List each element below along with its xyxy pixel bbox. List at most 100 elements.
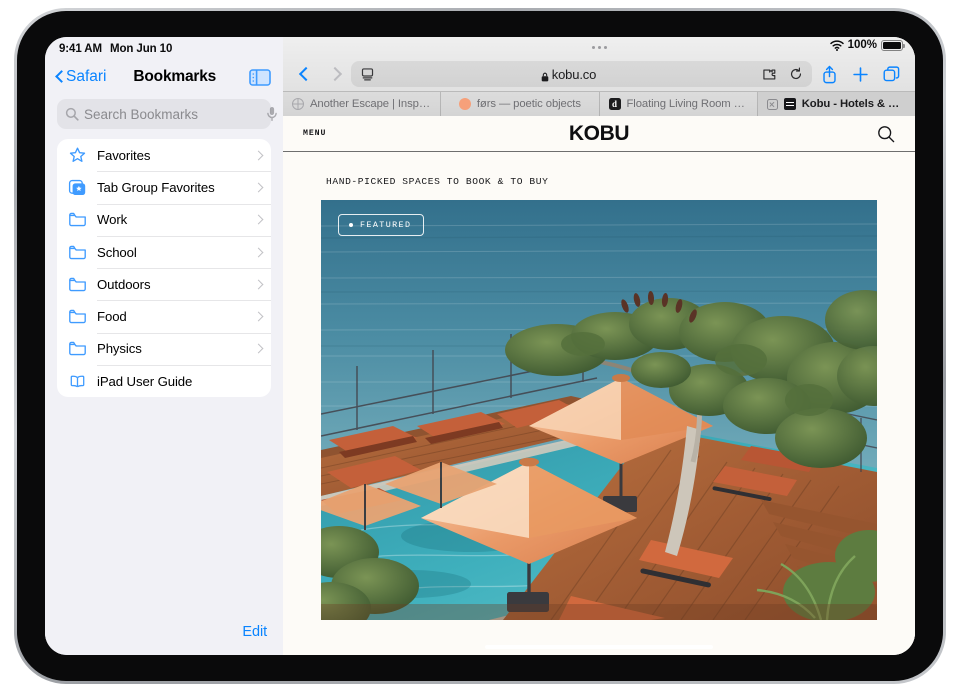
bookmark-row-favorites[interactable]: Favorites <box>57 139 271 171</box>
sidebar-footer: Edit <box>45 609 283 655</box>
bookmark-label: Physics <box>97 341 142 357</box>
browser-pane: 100% kobu.co Another Escape | Inspir… fø… <box>283 37 915 655</box>
bookmark-label: Favorites <box>97 147 151 163</box>
forward-button[interactable] <box>321 61 347 87</box>
chevron-right-icon <box>255 311 262 322</box>
close-icon[interactable] <box>766 98 778 110</box>
address-bar[interactable]: kobu.co <box>351 61 812 87</box>
new-tab-button[interactable] <box>847 61 874 87</box>
chevron-left-icon <box>55 70 64 85</box>
device-bezel: 9:41 AM Mon Jun 10 Safari Bookmarks Sear… <box>17 11 943 681</box>
microphone-icon[interactable] <box>266 106 278 122</box>
book-icon <box>68 372 87 391</box>
orange-dot-icon <box>458 98 471 110</box>
back-to-safari-button[interactable]: Safari <box>55 68 107 86</box>
page-title: Bookmarks <box>133 68 217 85</box>
tab-title: Another Escape | Inspir… <box>310 98 432 110</box>
bookmark-row-school[interactable]: School <box>57 235 271 268</box>
chevron-right-icon <box>255 247 262 258</box>
site-search-icon[interactable] <box>877 125 895 143</box>
tab-title: førs — poetic objects <box>476 98 581 110</box>
chevron-right-icon <box>255 279 262 290</box>
folder-icon <box>68 275 87 294</box>
browser-chrome: 100% kobu.co Another Escape | Inspir… fø… <box>283 37 915 116</box>
window-status-row: 100% <box>283 37 915 57</box>
bookmarks-list: Favorites Tab Group Favorites Work Schoo… <box>57 139 271 398</box>
browser-tab-active[interactable]: Kobu - Hotels & Propert… <box>757 92 915 116</box>
tab-title: Kobu - Hotels & Propert… <box>801 98 906 110</box>
page-tagline: HAND-PICKED SPACES TO BOOK & TO BUY <box>326 176 549 187</box>
page-body: HAND-PICKED SPACES TO BOOK & TO BUY FEAT… <box>283 152 915 655</box>
bookmark-label: Work <box>97 212 128 228</box>
status-date: Mon Jun 10 <box>109 42 173 55</box>
chevron-right-icon <box>330 66 339 82</box>
site-menu-button[interactable]: MENU <box>303 129 326 138</box>
back-button[interactable] <box>291 61 317 87</box>
edit-button[interactable]: Edit <box>242 624 267 640</box>
site-logo: KOBU <box>568 121 630 145</box>
multitasking-grabber-icon[interactable] <box>588 45 610 49</box>
search-bookmarks-field[interactable] <box>57 99 277 129</box>
home-indicator[interactable] <box>485 644 713 649</box>
plus-icon <box>853 66 868 82</box>
battery-icon <box>881 39 905 51</box>
share-icon <box>823 65 836 83</box>
chevron-right-icon <box>255 214 262 225</box>
url-text: kobu.co <box>551 66 597 82</box>
folder-icon <box>68 307 87 326</box>
bookmark-row-ipad-user-guide[interactable]: iPad User Guide <box>57 365 271 397</box>
featured-badge: FEATURED <box>338 214 425 236</box>
bookmark-row-physics[interactable]: Physics <box>57 332 271 365</box>
folder-icon <box>68 339 87 358</box>
bookmark-row-work[interactable]: Work <box>57 203 271 236</box>
status-right-group: 100% <box>829 39 905 51</box>
bookmark-row-food[interactable]: Food <box>57 300 271 332</box>
tab-group-star-icon <box>68 178 87 197</box>
lock-icon <box>541 69 549 82</box>
web-page-content: MENU KOBU HAND-PICKED SPACES TO BOOK & T… <box>283 116 915 655</box>
url-actions <box>757 64 808 85</box>
sidebar-navbar: Safari Bookmarks <box>45 57 283 97</box>
hero-illustration <box>321 200 877 620</box>
tab-strip: Another Escape | Inspir… førs — poetic o… <box>283 91 915 116</box>
device-stage: 9:41 AM Mon Jun 10 Safari Bookmarks Sear… <box>0 0 960 692</box>
reload-icon <box>790 67 801 80</box>
reload-button[interactable] <box>783 64 808 85</box>
tab-title: Floating Living Room Se… <box>626 98 748 110</box>
search-container <box>45 97 283 139</box>
browser-tab[interactable]: Another Escape | Inspir… <box>283 92 442 116</box>
device-screen: 9:41 AM Mon Jun 10 Safari Bookmarks Sear… <box>45 37 915 655</box>
tab-overview-button[interactable] <box>878 61 905 87</box>
kobu-icon <box>783 98 796 110</box>
bookmark-label: Tab Group Favorites <box>97 179 215 195</box>
chevron-right-icon <box>255 150 262 161</box>
site-header: MENU KOBU <box>283 116 915 152</box>
share-button[interactable] <box>816 61 843 87</box>
browser-toolbar: kobu.co <box>283 57 915 91</box>
sidebar-toggle-icon[interactable] <box>249 68 271 86</box>
chevron-left-icon <box>300 66 309 82</box>
page-settings-icon <box>361 67 374 80</box>
browser-tab[interactable]: førs — poetic objects <box>441 92 600 116</box>
chevron-right-icon <box>255 343 262 354</box>
chevron-right-icon <box>255 182 262 193</box>
search-input[interactable] <box>84 106 261 122</box>
bookmark-row-outdoors[interactable]: Outdoors <box>57 268 271 300</box>
wifi-icon <box>829 39 844 51</box>
search-icon <box>65 107 79 121</box>
tab-overview-icon <box>883 65 900 81</box>
url-display[interactable]: kobu.co <box>384 67 753 82</box>
battery-percent-label: 100% <box>847 39 877 51</box>
bookmark-label: Outdoors <box>97 276 151 292</box>
status-time: 9:41 AM <box>59 42 102 55</box>
featured-label: FEATURED <box>360 220 412 230</box>
browser-tab[interactable]: d Floating Living Room Se… <box>600 92 758 116</box>
dwell-d-icon: d <box>608 98 621 110</box>
hero-image[interactable]: FEATURED <box>321 200 877 620</box>
ipad-status-bar: 9:41 AM Mon Jun 10 <box>45 37 283 57</box>
bookmark-row-tab-group-favorites[interactable]: Tab Group Favorites <box>57 171 271 203</box>
bookmark-label: iPad User Guide <box>97 373 193 389</box>
extensions-button[interactable] <box>757 64 782 85</box>
page-settings-button[interactable] <box>355 64 380 85</box>
